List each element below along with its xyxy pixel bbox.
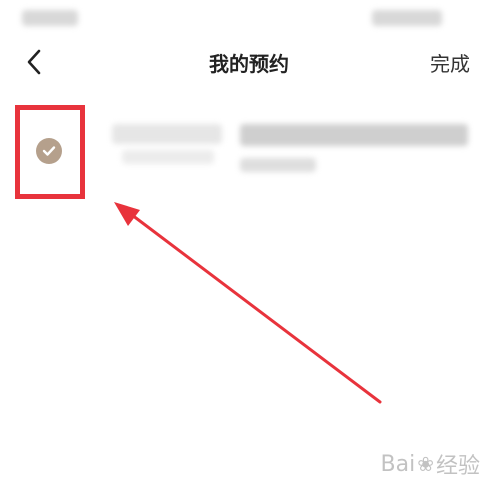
watermark: Bai ❀ 经验 — [381, 448, 480, 480]
watermark-left: Bai — [380, 451, 416, 477]
watermark-right: 经验 — [435, 454, 480, 479]
annotation-arrow — [114, 202, 382, 404]
paw-icon: ❀ — [417, 452, 434, 476]
